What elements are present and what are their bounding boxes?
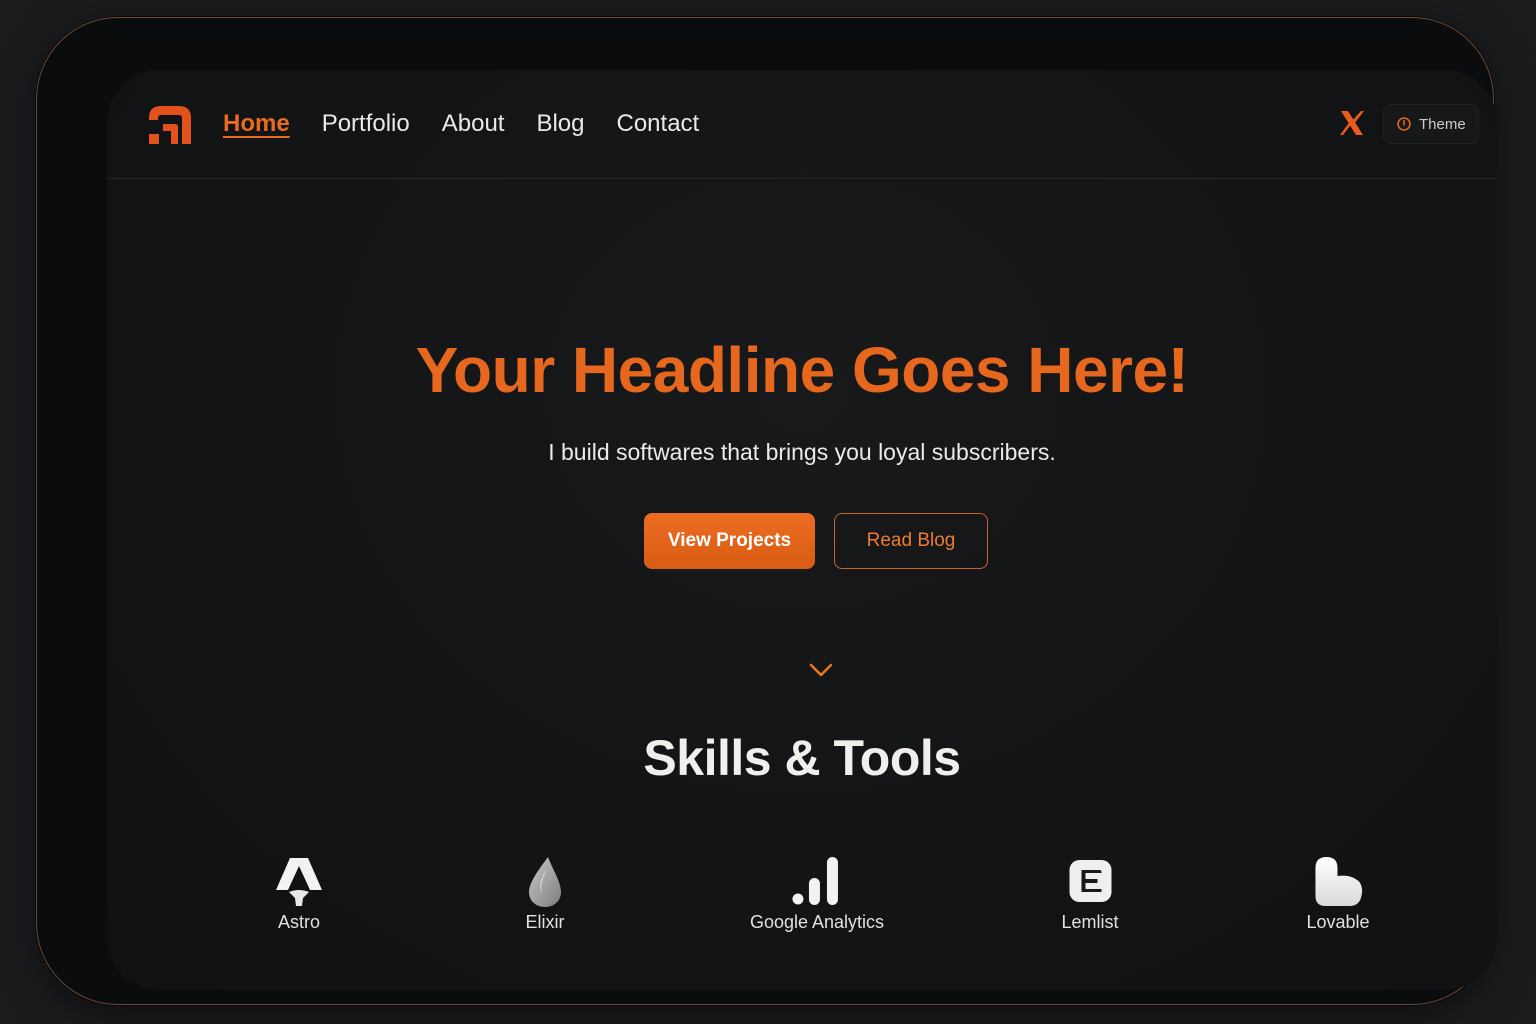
skill-item-google-analytics: Google Analytics	[750, 854, 884, 933]
google-analytics-icon	[792, 857, 838, 905]
theme-label: Theme	[1419, 115, 1466, 133]
skill-item-lemlist: Lemlist	[1061, 854, 1119, 933]
skills-heading: Skills & Tools	[643, 730, 961, 786]
lovable-icon	[1315, 857, 1362, 906]
top-navigation: Home Portfolio About Blog Contact Theme	[107, 70, 1497, 179]
read-blog-button[interactable]: Read Blog	[834, 513, 988, 569]
theme-toggle-button[interactable]: Theme	[1383, 104, 1479, 144]
nav-link-about[interactable]: About	[442, 110, 505, 138]
theme-power-icon	[1397, 117, 1411, 131]
nav-link-blog[interactable]: Blog	[536, 110, 584, 138]
nav-link-portfolio[interactable]: Portfolio	[322, 110, 410, 138]
x-icon[interactable]	[1337, 108, 1367, 138]
hero-subtitle: I build softwares that brings you loyal …	[548, 439, 1056, 465]
brand-logo-icon[interactable]	[147, 104, 193, 146]
lemlist-icon	[1068, 860, 1111, 902]
skill-label-astro: Astro	[277, 912, 320, 932]
nav-link-contact[interactable]: Contact	[617, 110, 700, 138]
nav-link-home[interactable]: Home	[223, 110, 290, 138]
skill-label-lemlist: Lemlist	[1061, 912, 1119, 932]
astro-icon	[276, 858, 322, 906]
device-frame: Home Portfolio About Blog Contact Theme …	[36, 17, 1497, 1005]
skill-item-elixir: Elixir	[518, 854, 572, 933]
skill-item-lovable: Lovable	[1306, 854, 1370, 933]
hero-headline: Your Headline Goes Here!	[415, 334, 1189, 406]
elixir-icon	[529, 857, 561, 907]
skill-label-google-analytics: Google Analytics	[749, 912, 885, 932]
skill-item-astro: Astro	[272, 854, 326, 933]
chevron-down-icon[interactable]	[808, 660, 834, 680]
hero-buttons: View Projects Read Blog	[107, 513, 1497, 569]
view-projects-button[interactable]: View Projects	[644, 513, 815, 569]
browser-screen: Home Portfolio About Blog Contact Theme …	[107, 70, 1497, 990]
nav-links: Home Portfolio About Blog Contact	[223, 110, 699, 138]
skill-label-lovable: Lovable	[1306, 912, 1370, 932]
skill-label-elixir: Elixir	[525, 912, 565, 932]
